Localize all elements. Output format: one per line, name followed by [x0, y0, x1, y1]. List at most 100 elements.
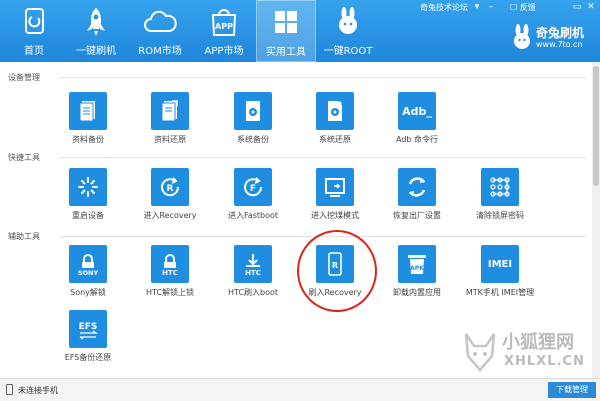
scrollbar-thumb[interactable] [593, 66, 599, 186]
sony-icon-text: SONY [78, 269, 99, 277]
home-icon [25, 8, 44, 34]
document-backup-icon [69, 92, 107, 130]
reboot-spinner-icon [69, 168, 107, 206]
adb-icon-text: Adb_ [402, 104, 432, 118]
fox-logo-icon [464, 333, 496, 372]
section-divider [60, 77, 586, 78]
adb-terminal-icon: Adb_ [398, 92, 436, 130]
tools-grid-icon [275, 11, 297, 33]
recovery-icon-text: R [167, 184, 174, 194]
tile-label: 进入Fastboot [227, 211, 279, 220]
apk-icon-text: APK [410, 265, 424, 272]
device-status-text: 未连接手机 [18, 386, 58, 395]
top-navigation-bar: 首页 一键刷机 ROM市场 APP APP市场 实用工具 一键ROOT 奇兔技术… [0, 0, 600, 62]
section-divider [60, 157, 586, 158]
tile-htc-unlock-lock[interactable]: HTC HTC解锁上锁 [130, 245, 210, 313]
system-backup-icon [234, 92, 272, 130]
tile-enter-fastboot[interactable]: F 进入Fastboot [213, 168, 293, 236]
rocket-icon [87, 8, 105, 36]
efs-icon-text: EFS [79, 322, 98, 332]
section-title-quick-tools: 快捷工具 [8, 153, 40, 162]
skin-button[interactable]: ▾ [470, 1, 484, 13]
htc-boot-icon-text: HTC [245, 269, 261, 277]
nav-one-click-root[interactable]: 一键ROOT [318, 0, 378, 62]
svg-text:APP: APP [215, 22, 233, 31]
forum-link[interactable]: 奇兔技术论坛 [420, 2, 468, 13]
tile-system-backup[interactable]: 系统备份 [213, 92, 293, 160]
tile-factory-reset[interactable]: 恢复出厂设置 [377, 168, 457, 236]
tile-efs-backup-restore[interactable]: EFS EFS备份还原 [48, 310, 128, 378]
pattern-lock-icon [481, 168, 519, 206]
imei-icon-text: IMEI [487, 258, 513, 270]
restore-button[interactable]: ▭ [570, 1, 584, 13]
nav-one-click-root-label: 一键ROOT [323, 46, 373, 57]
imei-icon: IMEI [481, 245, 519, 283]
tile-label: 系统还原 [319, 135, 351, 144]
tile-adb-command[interactable]: Adb_ Adb 命令行 [377, 92, 457, 160]
tile-label: 卸载内置应用 [393, 288, 441, 297]
feedback-link[interactable]: ☐ 反馈 [510, 2, 536, 13]
feedback-icon: ☐ [510, 3, 520, 12]
phone-icon [6, 384, 13, 395]
nav-home-label: 首页 [24, 46, 44, 57]
htc-boot-icon: HTC [234, 245, 272, 283]
tile-label: 进入挖煤模式 [311, 211, 359, 220]
system-restore-icon [316, 92, 354, 130]
tile-reboot-device[interactable]: 重启设备 [48, 168, 128, 236]
nav-home[interactable]: 首页 [4, 0, 64, 62]
nav-rom-market-label: ROM市场 [138, 46, 182, 57]
document-restore-icon [151, 92, 189, 130]
tile-label: 进入Recovery [143, 211, 197, 220]
rabbit-logo-icon [514, 24, 530, 49]
brand-url: www.7to.cn [536, 40, 583, 49]
brand-name: 奇兔刷机 [536, 26, 585, 40]
feedback-label: 反馈 [519, 3, 536, 12]
tile-enter-download-mode[interactable]: 进入挖煤模式 [295, 168, 375, 236]
tile-uninstall-builtin-apps[interactable]: APK 卸载内置应用 [377, 245, 457, 313]
tile-label: MTK手机 IMEI管理 [465, 288, 535, 297]
nav-utility-tools[interactable]: 实用工具 [256, 0, 316, 62]
app-bag-icon: APP [211, 9, 237, 36]
tile-label: EFS备份还原 [64, 353, 112, 362]
tile-enter-recovery[interactable]: R 进入Recovery [130, 168, 210, 236]
tile-mtk-imei-management[interactable]: IMEI MTK手机 IMEI管理 [460, 245, 540, 313]
watermark: 小狐狸网 XHLXL.CN [462, 326, 600, 378]
tile-sony-unlock[interactable]: SONY Sony解锁 [48, 245, 128, 313]
fastboot-f-icon: F [234, 168, 272, 206]
brand-logo: 奇兔刷机 www.7to.cn [510, 22, 598, 52]
tile-clear-lock-password[interactable]: 清除锁屏密码 [460, 168, 540, 236]
factory-reset-icon [398, 168, 436, 206]
rabbit-icon [339, 7, 357, 34]
tile-label: Adb 命令行 [395, 135, 439, 144]
tile-system-restore[interactable]: 系统还原 [295, 92, 375, 160]
highlight-circle-annotation [297, 230, 377, 312]
tile-label: 资料备份 [72, 135, 104, 144]
nav-app-market[interactable]: APP APP市场 [194, 0, 254, 62]
watermark-text-url: XHLXL.CN [504, 354, 585, 369]
tile-label: HTC解锁上锁 [145, 288, 195, 297]
minimize-button[interactable]: – [484, 1, 498, 13]
cloud-icon [144, 10, 177, 32]
tile-label: 重启设备 [72, 211, 104, 220]
fastboot-icon-text: F [250, 184, 256, 194]
tile-htc-flash-boot[interactable]: HTC HTC刷入boot [213, 245, 293, 313]
tile-label: Sony解锁 [70, 288, 106, 297]
tile-label: 恢复出厂设置 [393, 211, 441, 220]
efs-icon: EFS [69, 310, 107, 348]
download-manager-button[interactable]: 下载管理 [548, 382, 596, 398]
close-button[interactable]: ✕ [584, 1, 598, 13]
section-title-auxiliary-tools: 辅助工具 [8, 232, 40, 241]
nav-rom-market[interactable]: ROM市场 [130, 0, 190, 62]
tile-label: HTC刷入boot [227, 288, 279, 297]
status-bar: 未连接手机 下载管理 [0, 378, 600, 401]
tile-label: 资料还原 [154, 135, 186, 144]
tile-data-backup[interactable]: 资料备份 [48, 92, 128, 160]
nav-one-click-flash[interactable]: 一键刷机 [66, 0, 126, 62]
nav-app-market-label: APP市场 [204, 46, 244, 57]
tile-data-restore[interactable]: 资料还原 [130, 92, 210, 160]
nav-utility-tools-label: 实用工具 [266, 47, 306, 58]
section-title-device-management: 设备管理 [8, 73, 40, 82]
download-mode-icon [316, 168, 354, 206]
htc-unlock-icon: HTC [151, 245, 189, 283]
recovery-r-icon: R [151, 168, 189, 206]
